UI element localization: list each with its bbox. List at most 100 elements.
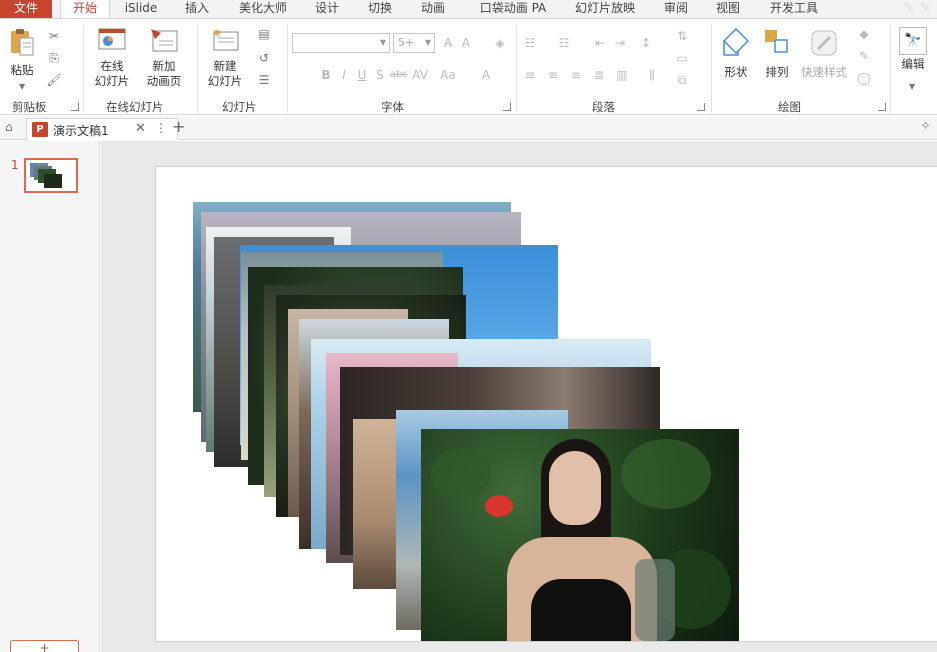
columns-icon[interactable]: ⫼ <box>644 68 660 82</box>
paragraph-launcher-icon[interactable] <box>697 103 705 111</box>
drawing-launcher-icon[interactable] <box>878 103 886 111</box>
photo-woman-flowers[interactable] <box>421 429 739 641</box>
increase-indent-icon[interactable]: ⇥ <box>612 36 628 50</box>
shape-button[interactable]: 形状 <box>716 27 756 80</box>
slide-thumbnail[interactable] <box>24 158 78 193</box>
line-spacing-icon[interactable]: ↕ <box>638 36 654 50</box>
cut-icon[interactable]: ✂ <box>46 29 62 43</box>
document-title: 演示文稿1 <box>53 124 109 138</box>
reset-icon[interactable]: ↺ <box>254 51 274 65</box>
font-size-combo[interactable]: 5+ ▼ <box>393 33 435 53</box>
group-label-slides: 幻灯片 <box>222 100 257 114</box>
section-icon[interactable]: ☰ <box>254 73 274 87</box>
smartart-icon[interactable]: ⧉ <box>674 73 690 87</box>
tab-file[interactable]: 文件 <box>0 0 52 18</box>
more-icon[interactable]: ⋮ <box>155 121 167 135</box>
slide-thumbnail-pane: 1 + <box>0 141 100 652</box>
align-right-icon[interactable]: ≡ <box>568 68 584 82</box>
tab-animation[interactable]: 动画 <box>414 0 452 18</box>
find-icon: 🔭 <box>899 27 927 55</box>
shadow-icon[interactable]: S <box>372 68 388 82</box>
numbering-icon[interactable]: ☷ <box>556 36 572 50</box>
group-label-paragraph: 段落 <box>592 100 615 114</box>
add-slide-button[interactable]: + <box>10 640 79 652</box>
clipboard-launcher-icon[interactable] <box>71 103 79 111</box>
document-tab-strip: ⌂ P 演示文稿1 ✕ ⋮ + ✧ <box>0 116 937 140</box>
new-anim-page-button[interactable]: 新加 动画页 <box>140 27 188 89</box>
strikethrough-icon[interactable]: abc <box>390 68 408 82</box>
edit-dropdown-icon[interactable]: ▼ <box>909 82 915 91</box>
decrease-indent-icon[interactable]: ⇤ <box>592 36 608 50</box>
bullets-icon[interactable]: ☷ <box>522 36 538 50</box>
tab-insert[interactable]: 插入 <box>178 0 216 18</box>
group-label-drawing: 绘图 <box>778 100 801 114</box>
close-icon[interactable]: ✕ <box>135 121 146 136</box>
group-label-clipboard: 剪贴板 <box>12 100 47 114</box>
powerpoint-file-icon: P <box>32 122 48 137</box>
tab-developer[interactable]: 开发工具 <box>762 0 826 18</box>
change-case-icon[interactable]: Aa <box>440 68 456 82</box>
shrink-font-icon[interactable]: A <box>458 36 474 50</box>
underline-icon[interactable]: U <box>354 68 370 82</box>
pin-icon[interactable]: ✧ <box>920 119 931 134</box>
format-painter-icon[interactable]: 🖌 <box>46 73 62 87</box>
tab-islide[interactable]: iSlide <box>118 0 164 18</box>
bold-icon[interactable]: B <box>318 68 334 82</box>
tab-beautify[interactable]: 美化大师 <box>230 0 296 18</box>
group-label-online-slides: 在线幻灯片 <box>106 100 164 114</box>
arrange-button[interactable]: 排列 <box>760 27 794 80</box>
tab-design[interactable]: 设计 <box>308 0 346 18</box>
new-tab-icon[interactable]: + <box>172 117 185 136</box>
tab-home[interactable]: 开始 <box>60 0 110 19</box>
paste-dropdown-icon[interactable]: ▼ <box>19 82 25 91</box>
paste-icon <box>11 29 34 56</box>
online-slide-icon <box>98 28 126 50</box>
edit-label: 编辑 <box>901 57 925 71</box>
new-slide-button[interactable]: ✷ 新建 幻灯片 <box>202 26 248 89</box>
align-text-icon[interactable]: ▭ <box>674 51 690 65</box>
fill-icon[interactable]: ◆ <box>856 27 872 41</box>
tab-pocket-animation[interactable]: 口袋动画 PA <box>472 0 554 18</box>
slide-canvas[interactable] <box>155 166 937 642</box>
text-direction-icon[interactable]: ⇅ <box>674 29 690 43</box>
font-color-icon[interactable]: A <box>478 68 494 82</box>
decoration-icon: ✎ ✎ <box>903 0 931 16</box>
distribute-icon[interactable]: ▥ <box>614 68 630 82</box>
paste-label: 粘贴 <box>10 63 34 77</box>
font-family-combo[interactable]: ▼ <box>292 33 390 53</box>
font-launcher-icon[interactable] <box>503 103 511 111</box>
layout-icon[interactable]: ▤ <box>254 27 274 41</box>
new-slide-icon: ✷ <box>212 26 239 51</box>
online-slide-label: 在线 幻灯片 <box>94 59 130 88</box>
online-slide-button[interactable]: 在线 幻灯片 <box>88 27 136 89</box>
effect-icon[interactable]: ◯ <box>856 71 872 85</box>
justify-icon[interactable]: ≣ <box>591 68 607 82</box>
align-left-icon[interactable]: ≡ <box>522 68 538 82</box>
grow-font-icon[interactable]: A <box>440 36 456 50</box>
tab-review[interactable]: 审阅 <box>656 0 696 18</box>
svg-text:✷: ✷ <box>212 27 222 40</box>
document-tab[interactable]: P 演示文稿1 ✕ ⋮ <box>26 118 178 140</box>
home-icon[interactable]: ⌂ <box>5 120 13 134</box>
char-spacing-icon[interactable]: AV <box>412 68 428 82</box>
new-slide-label: 新建 幻灯片 <box>207 59 243 88</box>
slide-number: 1 <box>11 158 19 172</box>
clear-format-icon[interactable]: ◈ <box>492 36 508 50</box>
group-divider <box>287 25 288 113</box>
arrange-icon <box>765 30 788 53</box>
shape-icon <box>722 27 750 56</box>
italic-icon[interactable]: I <box>336 68 352 82</box>
quick-style-button[interactable]: 快速样式 <box>798 27 850 80</box>
copy-icon[interactable]: ⎘ <box>46 51 62 65</box>
paste-button[interactable]: 粘贴 <box>6 27 38 78</box>
tab-view[interactable]: 视图 <box>708 0 748 18</box>
group-divider <box>83 25 84 113</box>
edit-button[interactable]: 🔭 编辑 <box>896 27 930 72</box>
tab-slideshow[interactable]: 幻灯片放映 <box>568 0 642 18</box>
ribbon: 粘贴 ▼ ✂ ⎘ 🖌 剪贴板 在线 幻灯片 新加 动画页 在线幻灯片 ✷ 新建 … <box>0 18 937 115</box>
tab-transition[interactable]: 切换 <box>361 0 399 18</box>
align-center-icon[interactable]: ≡ <box>545 68 561 82</box>
font-size-value: 5+ <box>398 36 415 49</box>
group-divider <box>197 25 198 113</box>
outline-icon[interactable]: ✎ <box>856 49 872 63</box>
